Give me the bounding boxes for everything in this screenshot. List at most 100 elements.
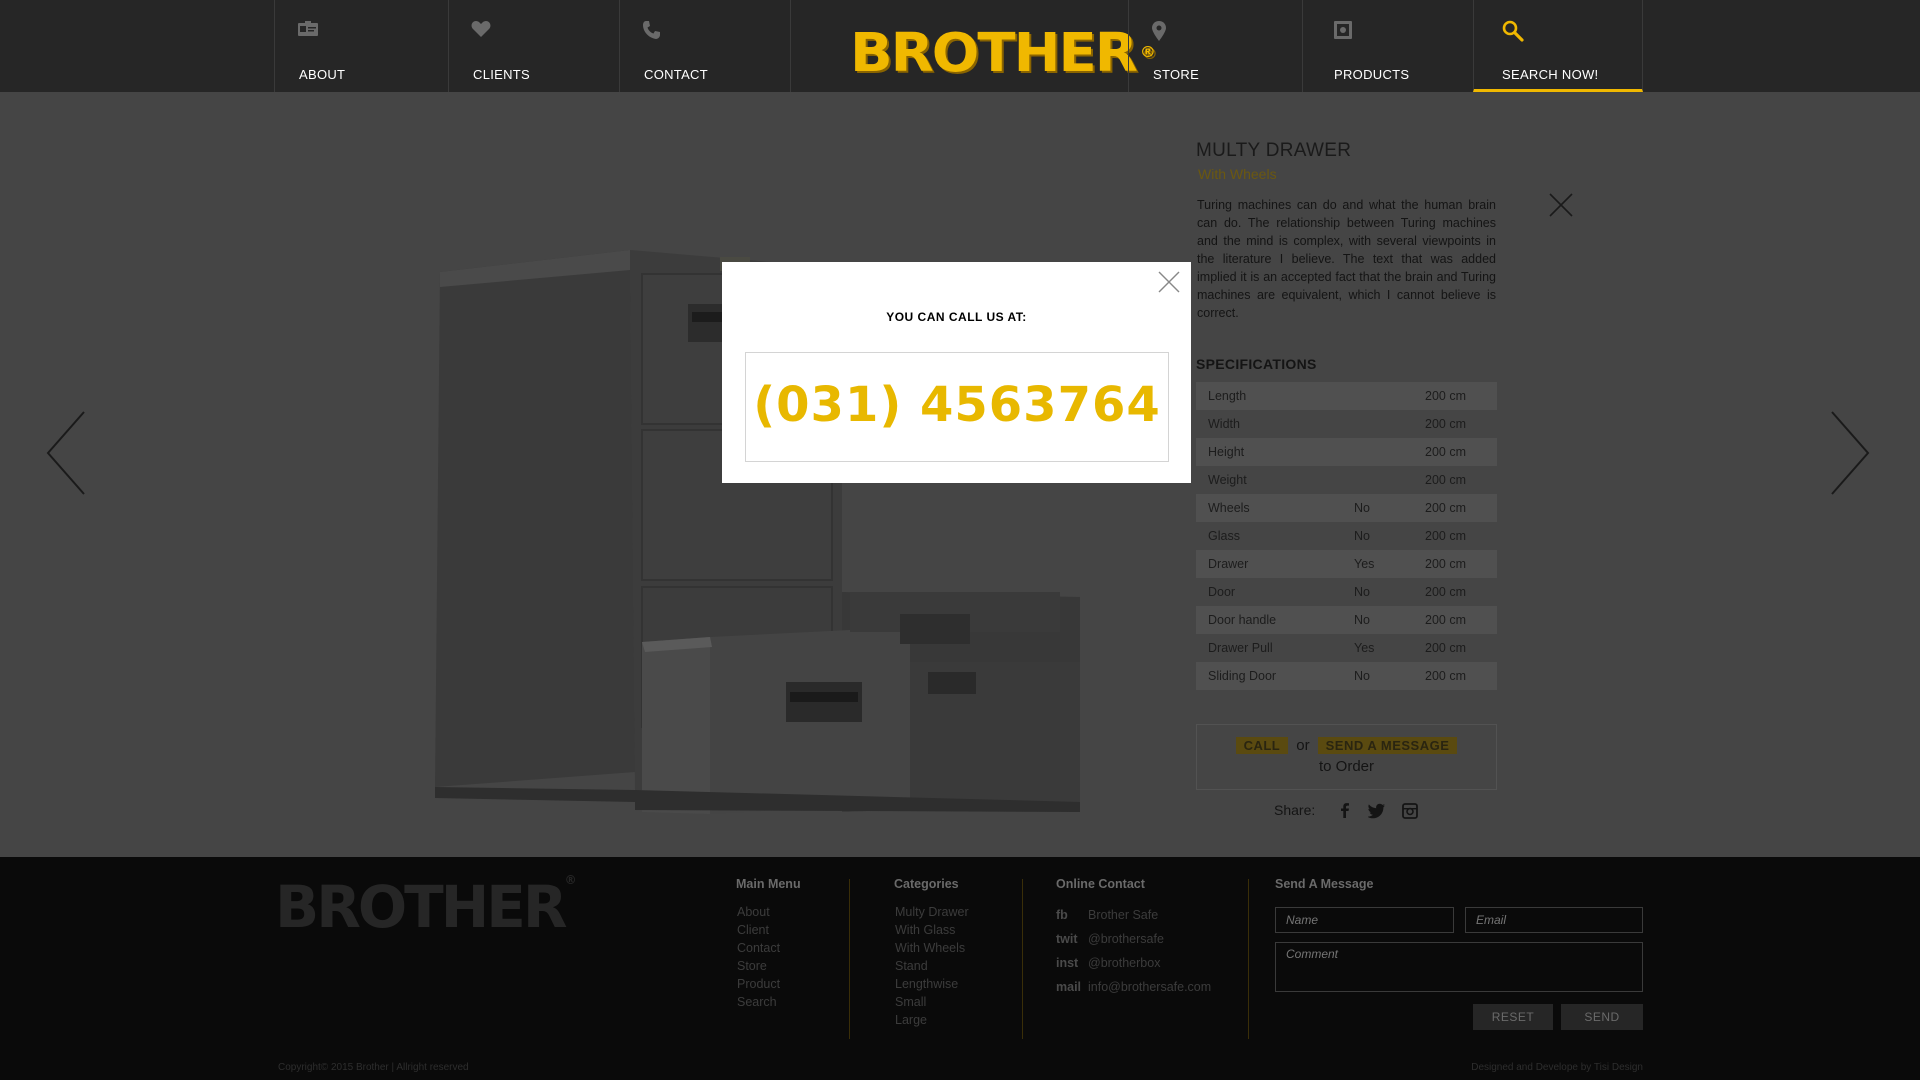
- spec-name: Glass: [1208, 529, 1240, 543]
- phone-icon: [642, 20, 664, 40]
- spec-name: Weight: [1208, 473, 1247, 487]
- footer-link-search[interactable]: Search: [737, 993, 801, 1011]
- nav-item-contact[interactable]: CONTACT: [619, 0, 790, 92]
- spec-size: 200 cm: [1425, 557, 1466, 571]
- nav-item-label: CLIENTS: [473, 67, 531, 82]
- footer-send-message: Send A Message: [1275, 877, 1373, 903]
- main-menu-heading: Main Menu: [736, 877, 801, 891]
- spec-row: Width 200 cm: [1196, 410, 1497, 438]
- copyright-text: Copyright© 2015 Brother | Allright reser…: [278, 1062, 469, 1073]
- spec-name: Sliding Door: [1208, 669, 1277, 683]
- spec-size: 200 cm: [1425, 501, 1466, 515]
- footer-link-client[interactable]: Client: [737, 921, 801, 939]
- contact-value: info@brothersafe.com: [1088, 980, 1212, 994]
- category-link[interactable]: Stand: [895, 957, 969, 975]
- nav-item-search[interactable]: SEARCH NOW!: [1473, 0, 1643, 92]
- contact-key: inst: [1056, 956, 1079, 970]
- footer-link-about[interactable]: About: [737, 903, 801, 921]
- specifications-table: Length 200 cm Width 200 cm Height 200 cm We…: [1196, 382, 1497, 690]
- logo-cell: BROTHER ®: [790, 0, 1156, 92]
- close-icon[interactable]: [1548, 192, 1574, 218]
- map-pin-icon: [1151, 20, 1173, 41]
- id-card-icon: [297, 20, 319, 40]
- contact-mail[interactable]: mail info@brothersafe.com: [1056, 975, 1211, 999]
- product-info: MULTY DRAWER With Wheels Turing machines…: [1196, 140, 1497, 690]
- footer-logo[interactable]: BROTHER®: [275, 873, 577, 941]
- to-order-text: to Order: [1318, 758, 1375, 775]
- call-button[interactable]: CALL: [1235, 737, 1289, 754]
- category-link[interactable]: Multy Drawer: [895, 903, 969, 921]
- footer-divider: [1022, 879, 1023, 1039]
- nav-item-label: STORE: [1153, 67, 1200, 82]
- spec-value: No: [1354, 501, 1370, 515]
- category-link[interactable]: With Glass: [895, 921, 969, 939]
- name-input[interactable]: [1275, 907, 1454, 933]
- category-link[interactable]: Large: [895, 1011, 969, 1029]
- twitter-icon[interactable]: [1367, 803, 1386, 819]
- contact-facebook[interactable]: fb Brother Safe: [1056, 903, 1211, 927]
- comment-textarea[interactable]: [1275, 942, 1643, 992]
- prev-arrow-icon[interactable]: [44, 410, 90, 496]
- category-link[interactable]: Lengthwise: [895, 975, 969, 993]
- footer-link-store[interactable]: Store: [737, 957, 801, 975]
- nav-item-about[interactable]: ABOUT: [274, 0, 448, 92]
- spec-name: Length: [1208, 389, 1247, 403]
- product-subtitle: With Wheels: [1198, 166, 1277, 182]
- spec-name: Drawer: [1208, 557, 1249, 571]
- nav-item-store[interactable]: STORE: [1128, 0, 1302, 92]
- modal-title: YOU CAN CALL US AT:: [886, 310, 1027, 324]
- spec-name: Height: [1208, 445, 1245, 459]
- phone-number[interactable]: (031) 4563764: [746, 377, 1168, 433]
- footer-link-contact[interactable]: Contact: [737, 939, 801, 957]
- spec-row: Glass No 200 cm: [1196, 522, 1497, 550]
- spec-value: No: [1354, 585, 1370, 599]
- reset-button[interactable]: RESET: [1473, 1004, 1553, 1030]
- categories-heading: Categories: [894, 877, 959, 891]
- footer: BROTHER® Main Menu About Client Contact …: [0, 857, 1920, 1080]
- product-title: MULTY DRAWER: [1196, 140, 1352, 161]
- contact-instagram[interactable]: inst @brotherbox: [1056, 951, 1211, 975]
- nav-item-products[interactable]: PRODUCTS: [1302, 0, 1473, 92]
- footer-main-menu: Main Menu About Client Contact Store Pro…: [736, 877, 801, 1011]
- close-icon[interactable]: [1157, 270, 1181, 294]
- spec-value: No: [1354, 613, 1370, 627]
- nav-item-label: ABOUT: [299, 67, 346, 82]
- product-description: Turing machines can do and what the huma…: [1197, 198, 1496, 320]
- send-button[interactable]: SEND: [1561, 1004, 1643, 1030]
- spec-name: Drawer Pull: [1208, 641, 1273, 655]
- spec-row: Length 200 cm: [1196, 382, 1497, 410]
- specifications-heading: SPECIFICATIONS: [1196, 356, 1317, 372]
- next-arrow-icon[interactable]: [1826, 410, 1872, 496]
- spec-size: 200 cm: [1425, 613, 1466, 627]
- order-box: CALL or SEND A MESSAGE to Order: [1196, 724, 1497, 790]
- online-contact-heading: Online Contact: [1056, 877, 1145, 891]
- send-message-heading: Send A Message: [1275, 877, 1374, 891]
- contact-value: Brother Safe: [1088, 908, 1159, 922]
- spec-row: Door handle No 200 cm: [1196, 606, 1497, 634]
- spec-row: Drawer Yes 200 cm: [1196, 550, 1497, 578]
- email-input[interactable]: [1465, 907, 1643, 933]
- spec-row: Door No 200 cm: [1196, 578, 1497, 606]
- brand-logo[interactable]: BROTHER ®: [850, 27, 1156, 80]
- spec-row: Height 200 cm: [1196, 438, 1497, 466]
- footer-link-product[interactable]: Product: [737, 975, 801, 993]
- contact-key: mail: [1056, 980, 1082, 994]
- send-message-button[interactable]: SEND A MESSAGE: [1317, 737, 1458, 754]
- category-link[interactable]: Small: [895, 993, 969, 1011]
- contact-twitter[interactable]: twit @brothersafe: [1056, 927, 1211, 951]
- safe-icon: [1333, 20, 1355, 40]
- top-navigation: ABOUT CLIENTS CONTACT BROTHER ® STORE PRO…: [0, 0, 1920, 92]
- footer-categories: Categories Multy Drawer With Glass With …: [894, 877, 969, 1029]
- footer-logo-text: BROTHER: [275, 873, 568, 941]
- footer-divider: [1248, 879, 1249, 1039]
- footer-online-contact: Online Contact fb Brother Safe twit @broth…: [1056, 877, 1211, 999]
- facebook-icon[interactable]: [1336, 803, 1354, 819]
- contact-key: fb: [1056, 908, 1068, 922]
- spec-value: Yes: [1354, 641, 1375, 655]
- spec-value: No: [1354, 529, 1370, 543]
- spec-row: Weight 200 cm: [1196, 466, 1497, 494]
- instagram-icon[interactable]: [1402, 803, 1420, 819]
- spec-size: 200 cm: [1425, 641, 1466, 655]
- category-link[interactable]: With Wheels: [895, 939, 969, 957]
- nav-item-clients[interactable]: CLIENTS: [448, 0, 619, 92]
